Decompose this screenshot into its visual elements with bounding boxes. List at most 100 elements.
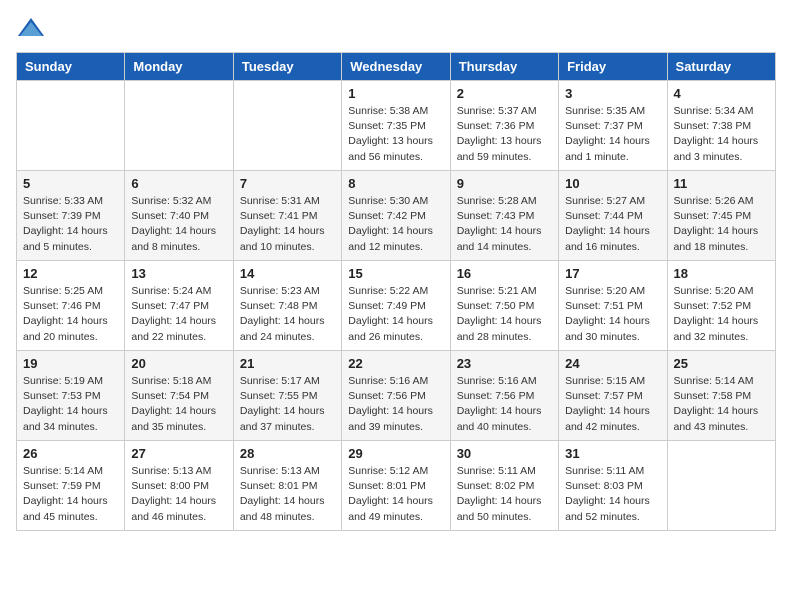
calendar-body: 1 Sunrise: 5:38 AM Sunset: 7:35 PM Daylig… bbox=[17, 81, 776, 531]
calendar-week-row: 12 Sunrise: 5:25 AM Sunset: 7:46 PM Dayli… bbox=[17, 261, 776, 351]
calendar-weekday-tuesday: Tuesday bbox=[233, 53, 341, 81]
calendar-cell: 27 Sunrise: 5:13 AM Sunset: 8:00 PM Dayli… bbox=[125, 441, 233, 531]
day-info: Sunrise: 5:14 AM Sunset: 7:58 PM Dayligh… bbox=[674, 374, 769, 435]
day-number: 12 bbox=[23, 266, 118, 281]
calendar-week-row: 1 Sunrise: 5:38 AM Sunset: 7:35 PM Daylig… bbox=[17, 81, 776, 171]
day-number: 7 bbox=[240, 176, 335, 191]
day-number: 22 bbox=[348, 356, 443, 371]
day-number: 15 bbox=[348, 266, 443, 281]
calendar-cell: 13Sunrise: 5:24 AM Sunset: 7:47 PM Dayli… bbox=[125, 261, 233, 351]
day-number: 27 bbox=[131, 446, 226, 461]
day-info: Sunrise: 5:21 AM Sunset: 7:50 PM Dayligh… bbox=[457, 284, 552, 345]
day-number: 18 bbox=[674, 266, 769, 281]
calendar-cell bbox=[125, 81, 233, 171]
calendar-cell: 26Sunrise: 5:14 AM Sunset: 7:59 PM Dayli… bbox=[17, 441, 125, 531]
calendar-cell: 18 Sunrise: 5:20 AM Sunset: 7:52 PM Dayli… bbox=[667, 261, 775, 351]
calendar-cell: 31 Sunrise: 5:11 AM Sunset: 8:03 PM Dayli… bbox=[559, 441, 667, 531]
calendar-cell: 25 Sunrise: 5:14 AM Sunset: 7:58 PM Dayli… bbox=[667, 351, 775, 441]
logo-icon bbox=[16, 16, 46, 40]
day-number: 16 bbox=[457, 266, 552, 281]
day-info: Sunrise: 5:31 AM Sunset: 7:41 PM Dayligh… bbox=[240, 194, 335, 255]
day-info: Sunrise: 5:23 AM Sunset: 7:48 PM Dayligh… bbox=[240, 284, 335, 345]
calendar-cell: 14 Sunrise: 5:23 AM Sunset: 7:48 PM Dayli… bbox=[233, 261, 341, 351]
calendar-cell: 29 Sunrise: 5:12 AM Sunset: 8:01 PM Dayli… bbox=[342, 441, 450, 531]
day-info: Sunrise: 5:20 AM Sunset: 7:52 PM Dayligh… bbox=[674, 284, 769, 345]
calendar-cell: 21Sunrise: 5:17 AM Sunset: 7:55 PM Dayli… bbox=[233, 351, 341, 441]
calendar-header-row: SundayMondayTuesdayWednesdayThursdayFrid… bbox=[17, 53, 776, 81]
day-info: Sunrise: 5:33 AM Sunset: 7:39 PM Dayligh… bbox=[23, 194, 118, 255]
day-number: 1 bbox=[348, 86, 443, 101]
day-number: 13 bbox=[131, 266, 226, 281]
day-info: Sunrise: 5:15 AM Sunset: 7:57 PM Dayligh… bbox=[565, 374, 660, 435]
day-info: Sunrise: 5:32 AM Sunset: 7:40 PM Dayligh… bbox=[131, 194, 226, 255]
day-info: Sunrise: 5:13 AM Sunset: 8:00 PM Dayligh… bbox=[131, 464, 226, 525]
calendar-week-row: 5Sunrise: 5:33 AM Sunset: 7:39 PM Daylig… bbox=[17, 171, 776, 261]
day-info: Sunrise: 5:28 AM Sunset: 7:43 PM Dayligh… bbox=[457, 194, 552, 255]
day-number: 30 bbox=[457, 446, 552, 461]
calendar-cell: 16 Sunrise: 5:21 AM Sunset: 7:50 PM Dayli… bbox=[450, 261, 558, 351]
calendar-cell: 1 Sunrise: 5:38 AM Sunset: 7:35 PM Daylig… bbox=[342, 81, 450, 171]
day-info: Sunrise: 5:30 AM Sunset: 7:42 PM Dayligh… bbox=[348, 194, 443, 255]
calendar-cell: 12 Sunrise: 5:25 AM Sunset: 7:46 PM Dayli… bbox=[17, 261, 125, 351]
day-number: 2 bbox=[457, 86, 552, 101]
day-number: 4 bbox=[674, 86, 769, 101]
day-number: 3 bbox=[565, 86, 660, 101]
logo bbox=[16, 16, 50, 40]
day-number: 6 bbox=[131, 176, 226, 191]
day-info: Sunrise: 5:25 AM Sunset: 7:46 PM Dayligh… bbox=[23, 284, 118, 345]
day-info: Sunrise: 5:19 AM Sunset: 7:53 PM Dayligh… bbox=[23, 374, 118, 435]
day-info: Sunrise: 5:26 AM Sunset: 7:45 PM Dayligh… bbox=[674, 194, 769, 255]
day-number: 19 bbox=[23, 356, 118, 371]
day-number: 24 bbox=[565, 356, 660, 371]
day-number: 25 bbox=[674, 356, 769, 371]
day-number: 29 bbox=[348, 446, 443, 461]
calendar-cell: 23 Sunrise: 5:16 AM Sunset: 7:56 PM Dayli… bbox=[450, 351, 558, 441]
day-info: Sunrise: 5:20 AM Sunset: 7:51 PM Dayligh… bbox=[565, 284, 660, 345]
day-info: Sunrise: 5:11 AM Sunset: 8:03 PM Dayligh… bbox=[565, 464, 660, 525]
day-info: Sunrise: 5:34 AM Sunset: 7:38 PM Dayligh… bbox=[674, 104, 769, 165]
calendar-table: SundayMondayTuesdayWednesdayThursdayFrid… bbox=[16, 52, 776, 531]
calendar-cell: 19 Sunrise: 5:19 AM Sunset: 7:53 PM Dayli… bbox=[17, 351, 125, 441]
calendar-cell: 7 Sunrise: 5:31 AM Sunset: 7:41 PM Daylig… bbox=[233, 171, 341, 261]
day-number: 10 bbox=[565, 176, 660, 191]
day-number: 14 bbox=[240, 266, 335, 281]
day-info: Sunrise: 5:37 AM Sunset: 7:36 PM Dayligh… bbox=[457, 104, 552, 165]
day-info: Sunrise: 5:13 AM Sunset: 8:01 PM Dayligh… bbox=[240, 464, 335, 525]
day-number: 9 bbox=[457, 176, 552, 191]
calendar-weekday-saturday: Saturday bbox=[667, 53, 775, 81]
calendar-week-row: 19 Sunrise: 5:19 AM Sunset: 7:53 PM Dayli… bbox=[17, 351, 776, 441]
day-info: Sunrise: 5:18 AM Sunset: 7:54 PM Dayligh… bbox=[131, 374, 226, 435]
day-info: Sunrise: 5:12 AM Sunset: 8:01 PM Dayligh… bbox=[348, 464, 443, 525]
day-info: Sunrise: 5:16 AM Sunset: 7:56 PM Dayligh… bbox=[348, 374, 443, 435]
day-number: 21 bbox=[240, 356, 335, 371]
calendar-cell: 24 Sunrise: 5:15 AM Sunset: 7:57 PM Dayli… bbox=[559, 351, 667, 441]
day-info: Sunrise: 5:11 AM Sunset: 8:02 PM Dayligh… bbox=[457, 464, 552, 525]
calendar-cell: 5Sunrise: 5:33 AM Sunset: 7:39 PM Daylig… bbox=[17, 171, 125, 261]
day-info: Sunrise: 5:22 AM Sunset: 7:49 PM Dayligh… bbox=[348, 284, 443, 345]
calendar-cell: 10 Sunrise: 5:27 AM Sunset: 7:44 PM Dayli… bbox=[559, 171, 667, 261]
calendar-cell: 17Sunrise: 5:20 AM Sunset: 7:51 PM Dayli… bbox=[559, 261, 667, 351]
calendar-cell: 15 Sunrise: 5:22 AM Sunset: 7:49 PM Dayli… bbox=[342, 261, 450, 351]
calendar-cell: 28 Sunrise: 5:13 AM Sunset: 8:01 PM Dayli… bbox=[233, 441, 341, 531]
calendar-cell: 2 Sunrise: 5:37 AM Sunset: 7:36 PM Daylig… bbox=[450, 81, 558, 171]
day-number: 31 bbox=[565, 446, 660, 461]
calendar-cell bbox=[667, 441, 775, 531]
calendar-cell: 4 Sunrise: 5:34 AM Sunset: 7:38 PM Daylig… bbox=[667, 81, 775, 171]
calendar-cell: 22 Sunrise: 5:16 AM Sunset: 7:56 PM Dayli… bbox=[342, 351, 450, 441]
page-header bbox=[16, 16, 776, 40]
calendar-weekday-friday: Friday bbox=[559, 53, 667, 81]
day-number: 23 bbox=[457, 356, 552, 371]
calendar-cell: 9 Sunrise: 5:28 AM Sunset: 7:43 PM Daylig… bbox=[450, 171, 558, 261]
day-info: Sunrise: 5:27 AM Sunset: 7:44 PM Dayligh… bbox=[565, 194, 660, 255]
day-number: 26 bbox=[23, 446, 118, 461]
calendar-week-row: 26Sunrise: 5:14 AM Sunset: 7:59 PM Dayli… bbox=[17, 441, 776, 531]
calendar-cell: 30 Sunrise: 5:11 AM Sunset: 8:02 PM Dayli… bbox=[450, 441, 558, 531]
calendar-cell: 11 Sunrise: 5:26 AM Sunset: 7:45 PM Dayli… bbox=[667, 171, 775, 261]
day-number: 11 bbox=[674, 176, 769, 191]
day-info: Sunrise: 5:16 AM Sunset: 7:56 PM Dayligh… bbox=[457, 374, 552, 435]
calendar-cell: 8Sunrise: 5:30 AM Sunset: 7:42 PM Daylig… bbox=[342, 171, 450, 261]
day-info: Sunrise: 5:38 AM Sunset: 7:35 PM Dayligh… bbox=[348, 104, 443, 165]
calendar-weekday-monday: Monday bbox=[125, 53, 233, 81]
calendar-weekday-thursday: Thursday bbox=[450, 53, 558, 81]
day-number: 28 bbox=[240, 446, 335, 461]
